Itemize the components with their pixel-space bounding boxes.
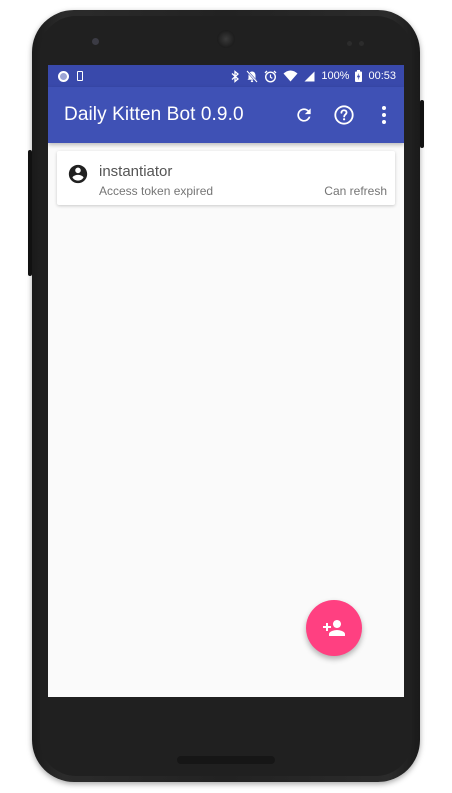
- power-button[interactable]: [420, 100, 424, 148]
- status-time: 00:53: [368, 70, 396, 82]
- account-refresh-status: Can refresh: [324, 184, 387, 198]
- refresh-icon: [297, 108, 311, 122]
- bluetooth-icon: [231, 69, 240, 83]
- proximity-sensor: [347, 41, 352, 46]
- refresh-button[interactable]: [284, 95, 324, 135]
- alarm-icon: [264, 70, 277, 83]
- more-vert-icon: [382, 106, 386, 124]
- overflow-menu-button[interactable]: [364, 95, 404, 135]
- front-camera: [92, 38, 99, 45]
- earpiece-speaker: [217, 30, 235, 48]
- light-sensor: [359, 41, 364, 46]
- account-name: instantiator: [99, 163, 173, 180]
- signal-icon: [304, 71, 315, 81]
- battery-charging-icon: [355, 70, 363, 82]
- account-card[interactable]: instantiator Access token expired Can re…: [57, 151, 395, 205]
- screen: 100% 00:53 Daily Kitten Bot 0.9.0 instan…: [48, 65, 404, 697]
- notifications-off-icon: [246, 69, 259, 83]
- account-circle-icon: [68, 164, 88, 184]
- add-person-icon: [323, 620, 345, 636]
- wifi-icon: [283, 70, 298, 82]
- status-bar: 100% 00:53: [48, 65, 404, 87]
- app-title: Daily Kitten Bot 0.9.0: [64, 104, 244, 125]
- help-button[interactable]: [324, 95, 364, 135]
- bottom-speaker: [177, 756, 275, 764]
- account-token-status: Access token expired: [99, 184, 214, 198]
- help-icon: [334, 105, 354, 125]
- add-account-fab[interactable]: [306, 600, 362, 656]
- volume-button[interactable]: [28, 150, 32, 276]
- sync-icon: [58, 70, 69, 82]
- device-icon: [77, 71, 83, 81]
- app-bar: Daily Kitten Bot 0.9.0: [48, 87, 404, 143]
- battery-percent: 100%: [321, 70, 350, 82]
